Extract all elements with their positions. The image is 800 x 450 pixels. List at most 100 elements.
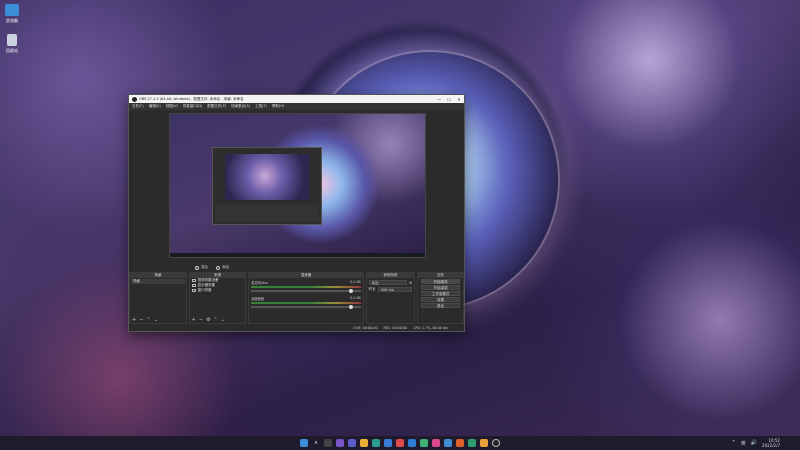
menu-docks[interactable]: 停靠窗口(D) (183, 104, 202, 109)
gear-icon[interactable]: ⚙ (206, 317, 210, 323)
teams-icon[interactable] (348, 439, 356, 447)
scenes-dock-toolbar: + − ⌃ ⌄ (130, 317, 186, 323)
search-icon[interactable]: ⌕ (312, 439, 320, 447)
preview-canvas[interactable] (169, 113, 426, 258)
store-icon[interactable] (384, 439, 392, 447)
track-name: 桌面音频 (251, 297, 265, 301)
computer-icon (5, 4, 19, 16)
menu-profile[interactable]: 配置文件(P) (207, 104, 226, 109)
remove-icon[interactable]: − (139, 317, 143, 323)
slider-handle[interactable] (348, 289, 353, 293)
volume-icon[interactable]: 🔊 (751, 440, 757, 446)
steam-icon[interactable] (444, 439, 452, 447)
status-bar: LIVE: 00:00:00 REC: 00:00:00 CPU: 1.7%, … (129, 324, 464, 331)
volume-slider[interactable] (251, 289, 361, 293)
add-label: 添加 (222, 265, 229, 269)
gear-icon[interactable]: ⚙ (409, 281, 412, 285)
menu-scene-collection[interactable]: 场景集合(S) (231, 104, 250, 109)
volume-slider[interactable] (251, 305, 361, 309)
clock[interactable]: 10:52 2022/2/7 (762, 438, 780, 448)
remove-icon[interactable]: − (199, 317, 203, 323)
menu-tools[interactable]: 工具(T) (255, 104, 267, 109)
start-streaming-button[interactable]: 开始推流 (421, 279, 461, 284)
transition-type-row: 淡出 ⚙ (368, 280, 412, 285)
move-up-icon[interactable]: ⌃ (214, 317, 218, 323)
edge-icon[interactable] (372, 439, 380, 447)
mixer-dock: 混音器 麦克风/Aux 0.0 dB 桌面音频 0.0 dB (248, 272, 364, 324)
window-titlebar[interactable]: OBS 27.1.3 (64-bit, windows) - 配置文件: 未命名… (129, 95, 464, 103)
sources-dock: 来源 视频采集设备 显示器采集 窗口采集 + − ⚙ ⌃ ⌄ (188, 272, 247, 324)
desktop-icon-this-pc[interactable]: 此电脑 (0, 4, 24, 24)
transition-select[interactable]: 淡出 (368, 280, 408, 285)
move-down-icon[interactable]: ⌄ (221, 317, 225, 323)
start-icon[interactable] (300, 439, 308, 447)
add-control[interactable]: 添加 (216, 265, 229, 270)
volume-meter (251, 302, 361, 304)
app-icon[interactable] (480, 439, 488, 447)
radio-icon (195, 265, 199, 270)
source-name: 窗口采集 (197, 288, 212, 292)
captured-taskbar (170, 253, 425, 257)
input-method-indicator[interactable]: 英 (741, 440, 746, 447)
obs-taskbar-icon[interactable] (492, 439, 500, 447)
sources-dock-toolbar: + − ⚙ ⌃ ⌄ (190, 317, 246, 323)
track-level: 0.0 dB (350, 296, 361, 300)
menu-help[interactable]: 帮助(H) (272, 104, 284, 109)
menu-bar: 文件(F) 编辑(E) 视图(V) 停靠窗口(D) 配置文件(P) 场景集合(S… (129, 103, 464, 110)
live-status: LIVE: 00:00:00 (353, 325, 378, 330)
file-explorer-icon[interactable] (360, 439, 368, 447)
cpu-status: CPU: 1.7%, 60.00 fps (413, 325, 448, 330)
add-icon[interactable]: + (192, 317, 196, 323)
app-icon[interactable] (396, 439, 404, 447)
transitions-dock-title: 转场特效 (366, 273, 415, 278)
desktop-icon-label: 此电脑 (6, 18, 18, 23)
app-icon[interactable] (408, 439, 416, 447)
app-icon[interactable] (456, 439, 464, 447)
transition-duration-row: 时长 300 ms (369, 287, 413, 292)
menu-view[interactable]: 视图(V) (166, 104, 178, 109)
app-icon[interactable] (432, 439, 440, 447)
radio-icon (216, 265, 220, 270)
monitor-icon (191, 284, 196, 287)
duration-input[interactable]: 300 ms (377, 287, 413, 292)
scene-list-item[interactable]: 场景 (131, 279, 185, 284)
preview-controls: 混合 添加 (129, 264, 464, 271)
close-button[interactable]: ✕ (454, 97, 464, 102)
track-level: 0.0 dB (350, 280, 361, 284)
source-list-item[interactable]: 窗口采集 (190, 288, 246, 293)
mix-control[interactable]: 混合 (195, 265, 208, 270)
task-view-icon[interactable] (324, 439, 332, 447)
move-down-icon[interactable]: ⌄ (154, 317, 158, 323)
move-up-icon[interactable]: ⌃ (146, 317, 150, 323)
duration-label: 时长 (368, 287, 376, 291)
tray-overflow-icon[interactable]: ^ (732, 440, 736, 446)
start-recording-button[interactable]: 开始录制 (421, 285, 461, 290)
docks-row: 场景 场景 + − ⌃ ⌄ 来源 视频采集设备 显示器采集 窗口采集 + − ⚙… (129, 272, 465, 324)
desktop-icon-label: 回收站 (6, 48, 18, 53)
maximize-button[interactable]: ☐ (444, 97, 454, 102)
widgets-icon[interactable] (336, 439, 344, 447)
transitions-dock: 转场特效 淡出 ⚙ 时长 300 ms (365, 272, 416, 324)
controls-dock: 控件 开始推流 开始录制 工作室模式 设置 退出 (417, 272, 465, 324)
menu-file[interactable]: 文件(F) (132, 104, 144, 109)
rec-status: REC: 00:00:00 (383, 325, 408, 330)
minimize-button[interactable]: — (434, 97, 444, 102)
app-icon[interactable] (420, 439, 428, 447)
studio-mode-button[interactable]: 工作室模式 (421, 291, 461, 296)
windows-taskbar: ⌕ ^ 英 🔊 10:52 2022/2/7 (0, 436, 800, 450)
camera-icon (191, 279, 196, 282)
menu-edit[interactable]: 编辑(E) (149, 104, 161, 109)
slider-handle[interactable] (348, 305, 353, 309)
add-icon[interactable]: + (132, 317, 136, 323)
window-icon (191, 289, 196, 292)
desktop-icon-recycle-bin[interactable]: 回收站 (0, 34, 24, 54)
app-icon[interactable] (468, 439, 476, 447)
mixer-dock-title: 混音器 (249, 273, 363, 278)
volume-meter (251, 286, 361, 288)
exit-button[interactable]: 退出 (421, 303, 461, 308)
clock-date: 2022/2/7 (762, 443, 780, 448)
nested-docks (215, 204, 319, 222)
settings-button[interactable]: 设置 (421, 297, 461, 302)
taskbar-apps: ⌕ (300, 439, 500, 447)
obs-window: OBS 27.1.3 (64-bit, windows) - 配置文件: 未命名… (128, 94, 465, 332)
